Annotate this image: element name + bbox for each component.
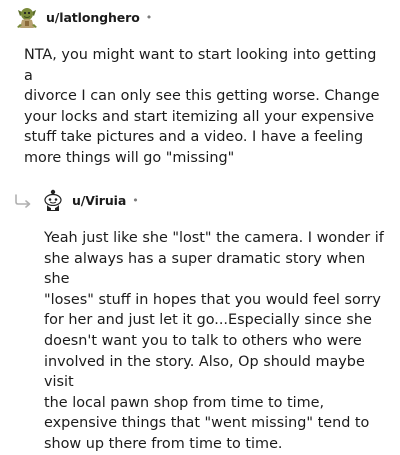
comment-header: u/latlonghero • (14, 3, 152, 31)
separator-dot: • (145, 10, 153, 24)
comment-header: u/Viruia • (14, 186, 139, 214)
comment-text: NTA, you might want to start looking int… (24, 47, 380, 166)
comment-text: Yeah just like she "lost" the camera. I … (44, 230, 384, 452)
snoo-avatar-icon[interactable] (40, 187, 66, 213)
reply-arrow-icon (14, 193, 34, 208)
goblin-avatar-icon[interactable] (14, 4, 40, 30)
username[interactable]: u/Viruia (72, 193, 126, 208)
separator-dot: • (132, 193, 139, 207)
username[interactable]: u/latlonghero (46, 10, 140, 25)
